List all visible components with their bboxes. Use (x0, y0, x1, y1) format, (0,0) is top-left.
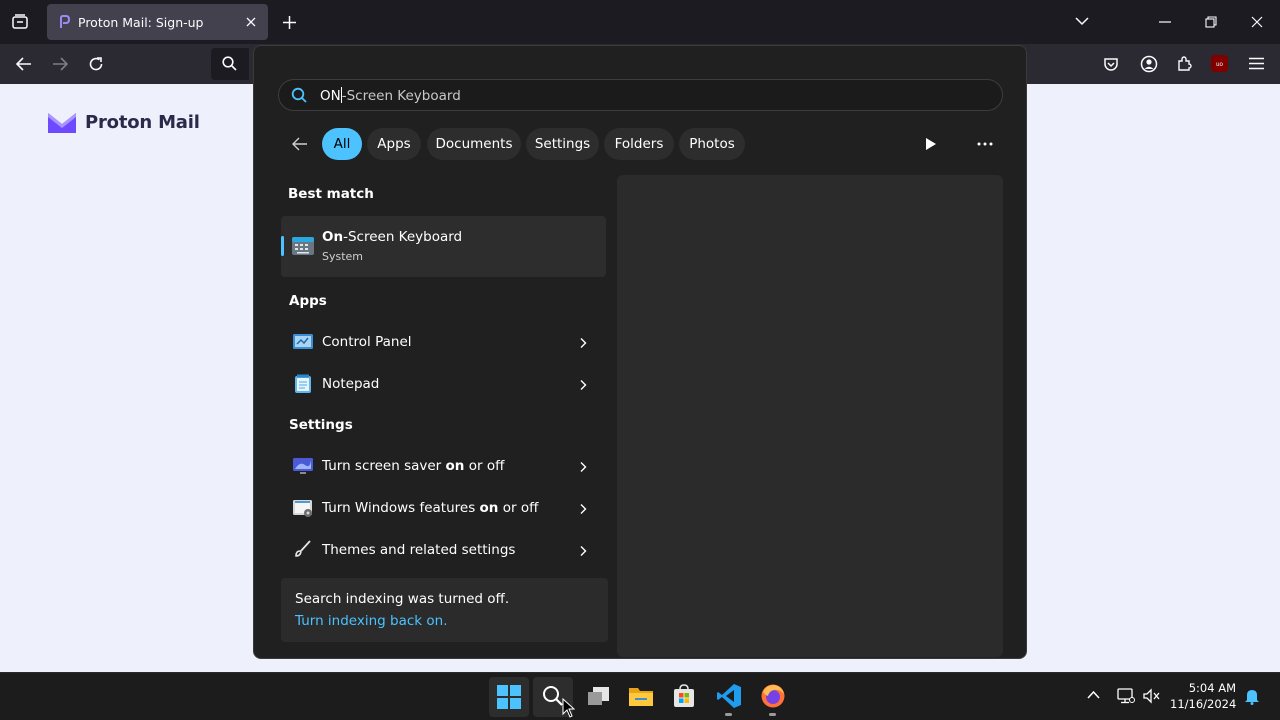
close-window-icon[interactable] (1251, 16, 1263, 28)
volume-muted-icon[interactable] (1143, 688, 1161, 704)
search-autocomplete-text: -Screen Keyboard (341, 88, 461, 104)
best-match-subtitle: System (322, 250, 364, 263)
running-indicator (725, 713, 732, 716)
microsoft-store-icon[interactable] (672, 683, 696, 709)
screen-saver-label: Turn screen saver on or off (322, 458, 504, 474)
themes-label: Themes and related settings (322, 542, 515, 558)
label-part: Turn Windows features (322, 500, 480, 516)
tab-close-icon[interactable] (245, 16, 257, 28)
chevron-right-icon[interactable] (577, 503, 589, 515)
paintbrush-icon (294, 540, 312, 558)
windows-features-icon (292, 498, 314, 518)
file-explorer-icon[interactable] (628, 684, 654, 708)
forward-arrow-icon[interactable] (52, 57, 68, 71)
ublock-icon[interactable]: uo (1211, 55, 1228, 72)
hamburger-menu-icon[interactable] (1249, 57, 1264, 70)
clock-date[interactable]: 11/16/2024 (1170, 697, 1236, 711)
chevron-down-icon[interactable] (1075, 16, 1089, 26)
back-arrow-icon[interactable] (292, 137, 308, 151)
search-icon (222, 56, 237, 71)
task-view-icon[interactable] (586, 684, 610, 708)
chevron-right-icon[interactable] (577, 461, 589, 473)
windows-start-icon (497, 685, 521, 709)
label-part: or off (498, 500, 539, 516)
filter-all[interactable]: All (322, 128, 362, 160)
screen-saver-icon (292, 456, 314, 476)
proton-logo-icon (47, 111, 77, 135)
pocket-icon[interactable] (1103, 56, 1119, 72)
best-match-heading: Best match (288, 186, 374, 202)
settings-heading: Settings (289, 417, 353, 433)
notepad-icon (294, 374, 312, 394)
restore-icon[interactable] (1205, 16, 1217, 28)
label-part: or off (464, 458, 505, 474)
label-part: Themes and related settings (322, 542, 516, 558)
clock-time[interactable]: 5:04 AM (1170, 681, 1236, 695)
svg-text:uo: uo (1216, 62, 1223, 68)
apps-heading: Apps (289, 293, 327, 309)
control-panel-icon (292, 333, 314, 351)
new-tab-icon[interactable] (282, 15, 297, 30)
filter-settings[interactable]: Settings (526, 128, 599, 160)
control-panel-label: Control Panel (322, 334, 412, 350)
reload-icon[interactable] (88, 56, 104, 72)
best-match-title: On-Screen Keyboard (322, 229, 462, 245)
search-icon (542, 685, 564, 707)
notification-bell-icon[interactable] (1244, 687, 1260, 705)
windows-features-label: Turn Windows features on or off (322, 500, 538, 516)
best-match-rest: -Screen Keyboard (343, 229, 463, 245)
back-arrow-icon[interactable] (16, 57, 32, 71)
filter-documents[interactable]: Documents (427, 128, 521, 160)
selection-indicator (281, 236, 284, 256)
indexing-notice (281, 578, 608, 642)
best-match-bold: On (322, 229, 344, 245)
firefox-icon[interactable] (760, 683, 786, 709)
chevron-right-icon[interactable] (577, 379, 589, 391)
filter-photos[interactable]: Photos (679, 128, 745, 160)
extensions-icon[interactable] (1177, 56, 1193, 72)
mouse-cursor-icon (562, 698, 575, 718)
search-typed-text: ON (320, 88, 341, 104)
chevron-right-icon[interactable] (577, 545, 589, 557)
turn-indexing-on-link[interactable]: Turn indexing back on. (295, 613, 448, 629)
more-options-icon[interactable] (977, 142, 993, 146)
tab-title: Proton Mail: Sign-up (78, 15, 204, 30)
notepad-label: Notepad (322, 376, 380, 392)
play-icon[interactable] (925, 137, 937, 151)
preview-pane (617, 175, 1003, 657)
best-match-item[interactable] (281, 216, 606, 277)
filter-apps[interactable]: Apps (367, 128, 421, 160)
running-indicator (769, 713, 776, 716)
vscode-icon[interactable] (716, 683, 742, 709)
search-query-text: ON-Screen Keyboard (320, 87, 461, 104)
minimize-icon[interactable] (1159, 21, 1171, 23)
filter-folders[interactable]: Folders (604, 128, 674, 160)
account-icon[interactable] (1140, 55, 1158, 73)
chevron-up-icon[interactable] (1087, 690, 1100, 699)
proton-favicon-icon (59, 15, 71, 29)
tab-list-icon[interactable] (11, 13, 29, 31)
indexing-message: Search indexing was turned off. (295, 591, 510, 607)
network-icon[interactable] (1117, 688, 1135, 704)
label-bold: on (445, 458, 465, 474)
label-bold: on (479, 500, 499, 516)
keyboard-icon (291, 235, 315, 257)
search-icon (291, 87, 307, 103)
chevron-right-icon[interactable] (577, 337, 589, 349)
proton-mail-brand: Proton Mail (85, 112, 200, 133)
label-part: Turn screen saver (322, 458, 446, 474)
